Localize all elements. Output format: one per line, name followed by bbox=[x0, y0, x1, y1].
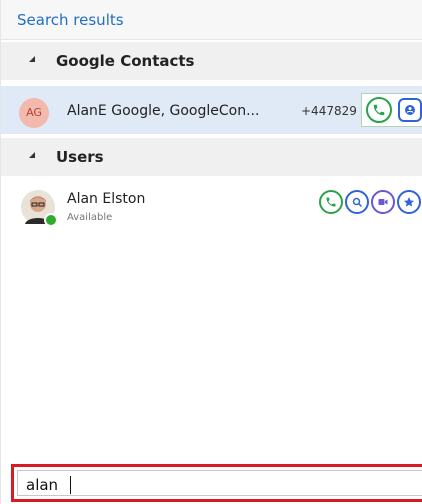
video-icon[interactable] bbox=[371, 190, 395, 214]
star-icon[interactable] bbox=[397, 190, 421, 214]
search-results-title: Search results bbox=[17, 11, 124, 29]
search-contact-icon[interactable] bbox=[345, 190, 369, 214]
group-header-google-contacts[interactable]: Google Contacts bbox=[1, 42, 422, 80]
text-caret bbox=[70, 476, 71, 494]
group-label: Users bbox=[56, 148, 104, 166]
avatar: AG bbox=[19, 98, 49, 128]
search-input[interactable] bbox=[26, 474, 406, 496]
group-header-users[interactable]: Users bbox=[1, 138, 422, 176]
user-status: Available bbox=[67, 212, 113, 223]
collapse-arrow-icon[interactable] bbox=[29, 152, 35, 158]
search-box-highlight bbox=[11, 464, 422, 502]
contact-phone: +447829 bbox=[301, 104, 357, 118]
contact-name: AlanE Google, GoogleCon... bbox=[67, 103, 260, 119]
group-label: Google Contacts bbox=[56, 52, 195, 70]
phone-icon[interactable] bbox=[319, 190, 343, 214]
presence-indicator bbox=[44, 213, 58, 227]
user-name: Alan Elston bbox=[67, 191, 146, 207]
search-field-frame bbox=[17, 470, 422, 496]
phone-icon[interactable] bbox=[366, 97, 392, 123]
search-results-header: Search results bbox=[1, 0, 422, 40]
collapse-arrow-icon[interactable] bbox=[29, 56, 35, 62]
contact-card-icon[interactable] bbox=[398, 98, 422, 122]
list-item-google-contact[interactable]: AG AlanE Google, GoogleCon... +447829 bbox=[1, 86, 422, 134]
list-item-user[interactable]: Alan Elston Available bbox=[1, 182, 422, 234]
search-results-panel: Search results Google Contacts AG AlanE … bbox=[0, 0, 422, 504]
contact-actions bbox=[361, 93, 422, 127]
